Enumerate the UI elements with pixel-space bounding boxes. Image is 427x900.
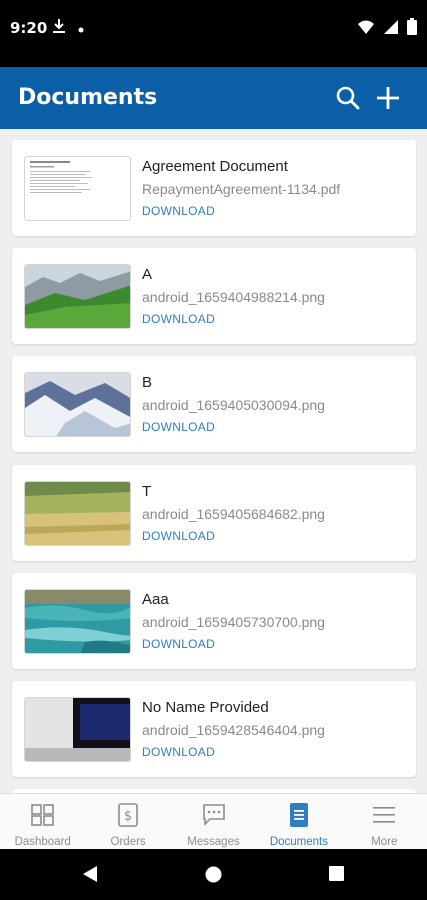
document-card[interactable]: A android_1659404988214.png DOWNLOAD <box>12 248 416 344</box>
nav-messages[interactable]: Messages <box>171 794 256 849</box>
battery-icon <box>407 18 417 40</box>
signal-icon <box>383 19 399 40</box>
document-thumbnail-image <box>24 589 131 654</box>
document-card[interactable]: Aaa android_1659405730700.png DOWNLOAD <box>12 573 416 669</box>
document-card[interactable]: No Name Provided android_1659428546404.p… <box>12 681 416 777</box>
document-filename: android_1659404988214.png <box>142 289 325 305</box>
document-filename: RepaymentAgreement-1134.pdf <box>142 181 341 197</box>
notification-dot-icon <box>78 20 84 38</box>
document-filename: android_1659428546404.png <box>142 722 325 738</box>
document-thumbnail-pdf <box>24 156 131 221</box>
document-title: T <box>142 483 152 500</box>
document-title: B <box>142 374 153 391</box>
document-filename: android_1659405030094.png <box>142 397 325 413</box>
page-title: Documents <box>18 85 158 110</box>
menu-icon <box>371 802 397 828</box>
add-icon[interactable] <box>374 84 402 112</box>
document-title: Aaa <box>142 591 169 608</box>
back-icon[interactable] <box>82 865 98 888</box>
nav-label: Documents <box>269 836 328 848</box>
download-link[interactable]: DOWNLOAD <box>142 637 215 651</box>
documents-list: Agreement Document RepaymentAgreement-11… <box>0 129 427 793</box>
nav-label: Messages <box>187 836 240 848</box>
document-filename: android_1659405730700.png <box>142 614 325 630</box>
document-thumbnail-image <box>24 481 131 546</box>
documents-icon <box>286 802 312 828</box>
app-bar: Documents <box>0 67 427 129</box>
document-title: No Name Provided <box>142 699 269 716</box>
search-icon[interactable] <box>334 84 362 112</box>
nav-more[interactable]: More <box>342 794 427 849</box>
orders-icon: $ <box>115 802 141 828</box>
nav-label: More <box>371 836 398 848</box>
download-link[interactable]: DOWNLOAD <box>142 204 215 218</box>
download-icon <box>52 18 66 39</box>
bottom-navigation: Dashboard $ Orders Messages Documents Mo… <box>0 793 427 849</box>
document-card[interactable]: Agreement Document RepaymentAgreement-11… <box>12 140 416 236</box>
wifi-icon <box>357 19 375 40</box>
document-title: A <box>142 266 153 283</box>
system-navigation-bar <box>0 849 427 900</box>
download-link[interactable]: DOWNLOAD <box>142 312 215 326</box>
download-link[interactable]: DOWNLOAD <box>142 745 215 759</box>
download-link[interactable]: DOWNLOAD <box>142 420 215 434</box>
dashboard-icon <box>30 802 56 828</box>
home-icon[interactable] <box>205 866 222 888</box>
status-bar: 9:20 <box>0 0 427 67</box>
document-thumbnail-image <box>24 697 131 762</box>
document-title: Agreement Document <box>142 158 288 175</box>
status-time: 9:20 <box>10 19 48 37</box>
download-link[interactable]: DOWNLOAD <box>142 529 215 543</box>
document-card[interactable]: B android_1659405030094.png DOWNLOAD <box>12 356 416 452</box>
document-filename: android_1659405684682.png <box>142 506 325 522</box>
nav-dashboard[interactable]: Dashboard <box>0 794 85 849</box>
recents-icon[interactable] <box>329 866 344 886</box>
nav-documents[interactable]: Documents <box>256 794 341 849</box>
nav-label: Dashboard <box>14 836 71 848</box>
document-thumbnail-image <box>24 372 131 437</box>
document-card[interactable]: T android_1659405684682.png DOWNLOAD <box>12 465 416 561</box>
messages-icon <box>201 802 227 828</box>
document-thumbnail-image <box>24 264 131 329</box>
nav-orders[interactable]: $ Orders <box>85 794 170 849</box>
nav-label: Orders <box>110 836 146 848</box>
svg-text:$: $ <box>124 809 132 824</box>
